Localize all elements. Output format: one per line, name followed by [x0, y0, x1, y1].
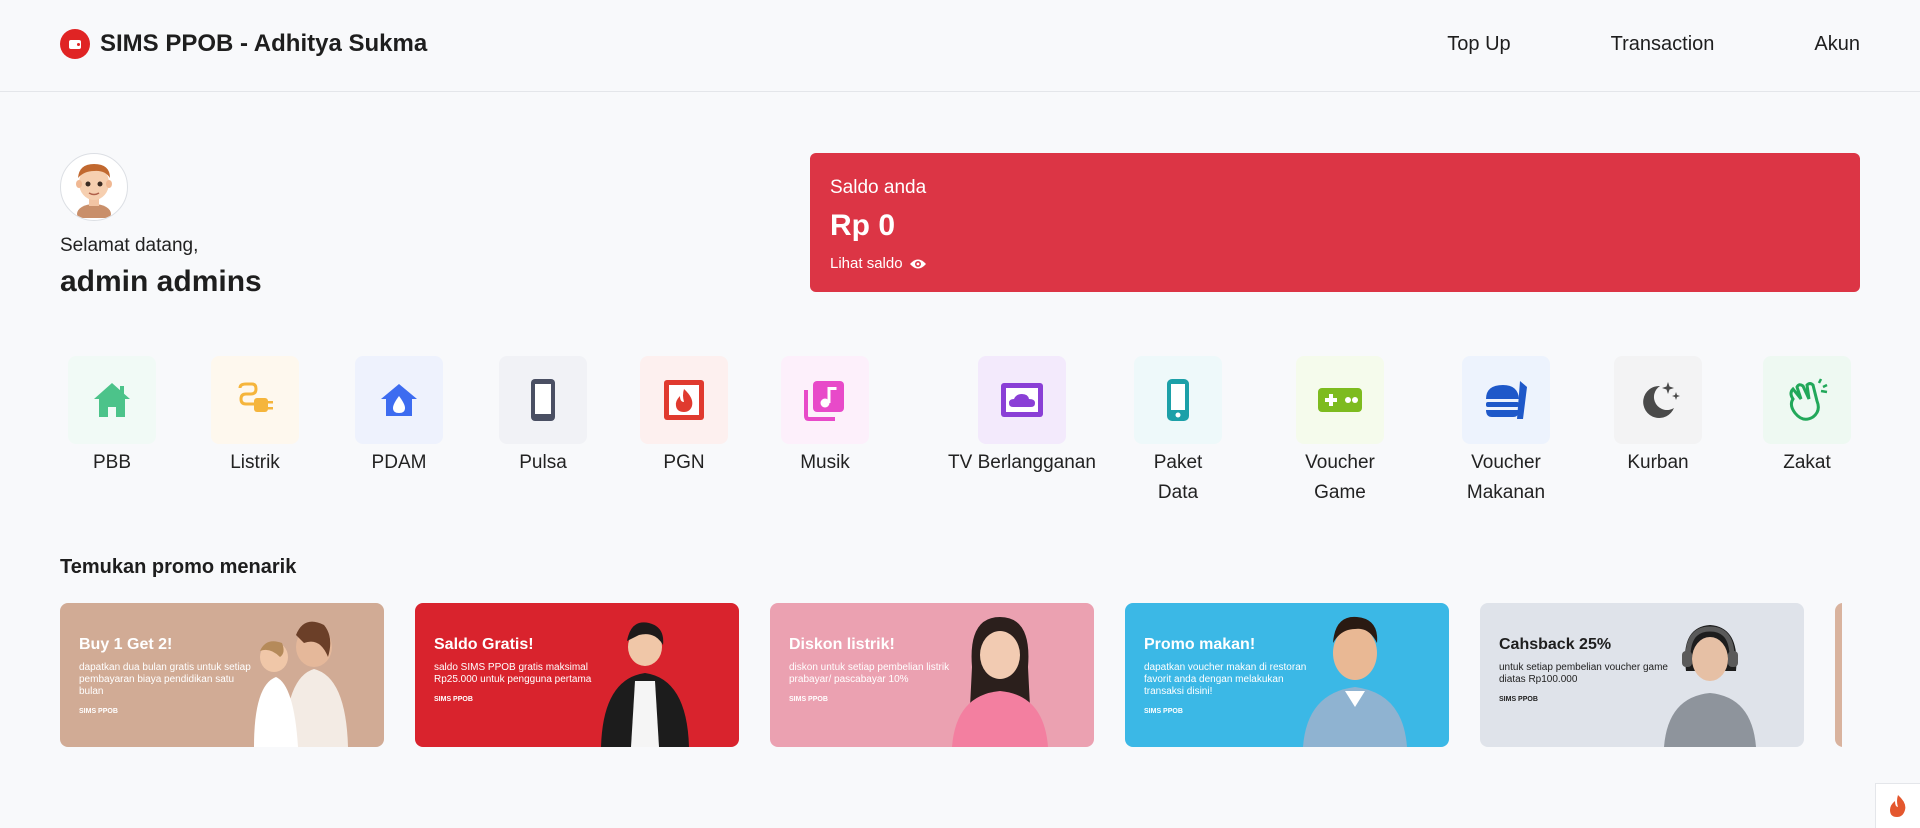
- promo-card[interactable]: Saldo Gratis! saldo SIMS PPOB gratis mak…: [415, 603, 739, 747]
- service-pdam[interactable]: PDAM: [355, 356, 443, 478]
- service-label: Zakat: [1783, 452, 1831, 473]
- promo-image: [254, 621, 348, 747]
- moon-star-icon: [1614, 356, 1702, 444]
- balance-value: Rp 0: [830, 209, 896, 242]
- nav-links: Top Up Transaction Akun: [1347, 33, 1860, 56]
- house-icon: [68, 356, 156, 444]
- service-label: Voucher Game: [1305, 452, 1375, 503]
- promo-card[interactable]: Buy 1 Get 2! dapatkan dua bulan gratis u…: [60, 603, 384, 747]
- service-label: Pulsa: [519, 452, 567, 473]
- promo-image: [601, 622, 689, 747]
- service-label: Paket Data: [1153, 452, 1203, 503]
- service-label: TV Berlangganan: [948, 452, 1096, 473]
- burger-icon: [1462, 356, 1550, 444]
- promo-image: [1303, 616, 1407, 747]
- promo-card-partial[interactable]: [1835, 603, 1842, 747]
- show-balance-label: Lihat saldo: [830, 255, 903, 272]
- profile-section: Selamat datang, admin admins: [60, 153, 262, 299]
- nav-top-up[interactable]: Top Up: [1447, 33, 1510, 56]
- service-label: Voucher Makanan: [1466, 452, 1546, 503]
- promo-carousel: Buy 1 Get 2! dapatkan dua bulan gratis u…: [60, 603, 1842, 748]
- service-voucher-makanan[interactable]: Voucher Makanan: [1446, 356, 1566, 508]
- service-label: Musik: [800, 452, 850, 473]
- service-pgn[interactable]: PGN: [640, 356, 728, 478]
- service-zakat[interactable]: Zakat: [1763, 356, 1851, 478]
- hands-icon: [1763, 356, 1851, 444]
- service-voucher-game[interactable]: Voucher Game: [1285, 356, 1395, 508]
- plug-icon: [211, 356, 299, 444]
- service-pulsa[interactable]: Pulsa: [499, 356, 587, 478]
- water-house-icon: [355, 356, 443, 444]
- balance-card: Saldo anda Rp 0 Lihat saldo: [810, 153, 1860, 292]
- service-paket-data[interactable]: Paket Data: [1134, 356, 1222, 508]
- service-kurban[interactable]: Kurban: [1614, 356, 1702, 478]
- promo-card[interactable]: Promo makan! dapatkan voucher makan di r…: [1125, 603, 1449, 747]
- navbar: SIMS PPOB - Adhitya Sukma Top Up Transac…: [0, 0, 1920, 92]
- music-icon: [781, 356, 869, 444]
- user-name: admin admins: [60, 265, 262, 298]
- flame-widget-button[interactable]: [1875, 783, 1920, 828]
- show-balance-toggle[interactable]: Lihat saldo: [830, 255, 1840, 272]
- mobile-data-icon: [1134, 356, 1222, 444]
- promo-image: [952, 617, 1048, 747]
- flame-icon: [1890, 795, 1906, 817]
- nav-transaction[interactable]: Transaction: [1611, 33, 1715, 56]
- welcome-text: Selamat datang,: [60, 235, 199, 256]
- gas-flame-icon: [640, 356, 728, 444]
- services-grid: PBB Listrik PDAM Pulsa PGN Musik TV Berl…: [60, 356, 1860, 506]
- service-label: Kurban: [1627, 452, 1689, 473]
- service-label: PDAM: [371, 452, 427, 473]
- tv-cloud-icon: [978, 356, 1066, 444]
- service-listrik[interactable]: Listrik: [211, 356, 299, 478]
- phone-icon: [499, 356, 587, 444]
- service-label: PGN: [663, 452, 705, 473]
- promo-image: [1664, 625, 1756, 747]
- brand-title: SIMS PPOB - Adhitya Sukma: [100, 30, 428, 57]
- nav-akun[interactable]: Akun: [1814, 33, 1860, 56]
- avatar: [60, 153, 128, 221]
- wallet-logo-icon: [60, 29, 90, 59]
- balance-label: Saldo anda: [830, 177, 927, 198]
- service-pbb[interactable]: PBB: [68, 356, 156, 478]
- gamepad-icon: [1296, 356, 1384, 444]
- service-tv-berlangganan[interactable]: TV Berlangganan: [942, 356, 1102, 478]
- service-musik[interactable]: Musik: [781, 356, 869, 478]
- promo-card[interactable]: Diskon listrik! diskon untuk setiap pemb…: [770, 603, 1094, 747]
- promo-heading: Temukan promo menarik: [60, 556, 297, 578]
- promo-card[interactable]: Cahsback 25% untuk setiap pembelian vouc…: [1480, 603, 1804, 747]
- eye-icon: [909, 259, 926, 268]
- service-label: Listrik: [230, 452, 280, 473]
- brand[interactable]: SIMS PPOB - Adhitya Sukma: [60, 29, 427, 59]
- service-label: PBB: [92, 452, 132, 473]
